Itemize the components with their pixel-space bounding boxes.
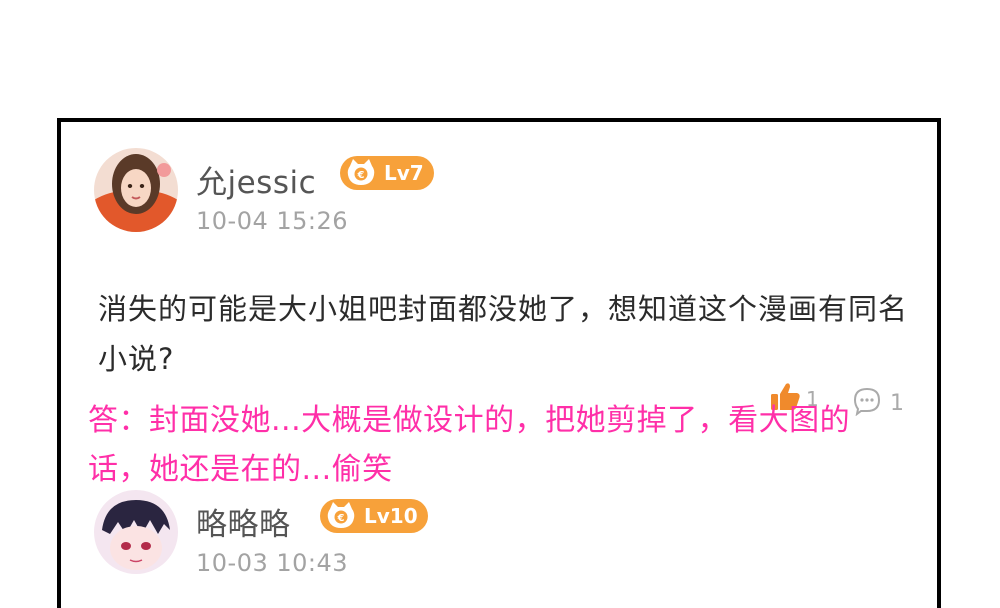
avatar[interactable] (94, 148, 178, 232)
username[interactable]: 允jessic (196, 157, 316, 202)
level-badge: € Lv7 (340, 156, 434, 190)
annotation-text: 答：封面没她...大概是做设计的，把她剪掉了，看大图的话，她还是在的...偷笑 (88, 403, 851, 487)
comment-time: 10-03 10:43 (196, 549, 349, 577)
username[interactable]: 略略略 (196, 499, 291, 544)
reply-button[interactable]: 1 (852, 386, 904, 420)
cat-level-icon: € (324, 499, 358, 533)
level-badge: € Lv10 (320, 499, 428, 533)
level-label: Lv10 (364, 504, 418, 528)
comment-text: 消失的可能是大小姐吧封面都没她了，想知道这个漫画有同名小说? (98, 292, 909, 376)
svg-text:€: € (337, 513, 345, 524)
user-avatar-image (94, 490, 178, 574)
user-avatar-image (94, 148, 178, 232)
reply-count: 1 (890, 390, 904, 416)
level-label: Lv7 (384, 161, 424, 185)
avatar[interactable] (94, 490, 178, 574)
cat-level-icon: € (344, 156, 378, 190)
comment-time: 10-04 15:26 (196, 207, 349, 235)
svg-text:€: € (357, 170, 365, 181)
